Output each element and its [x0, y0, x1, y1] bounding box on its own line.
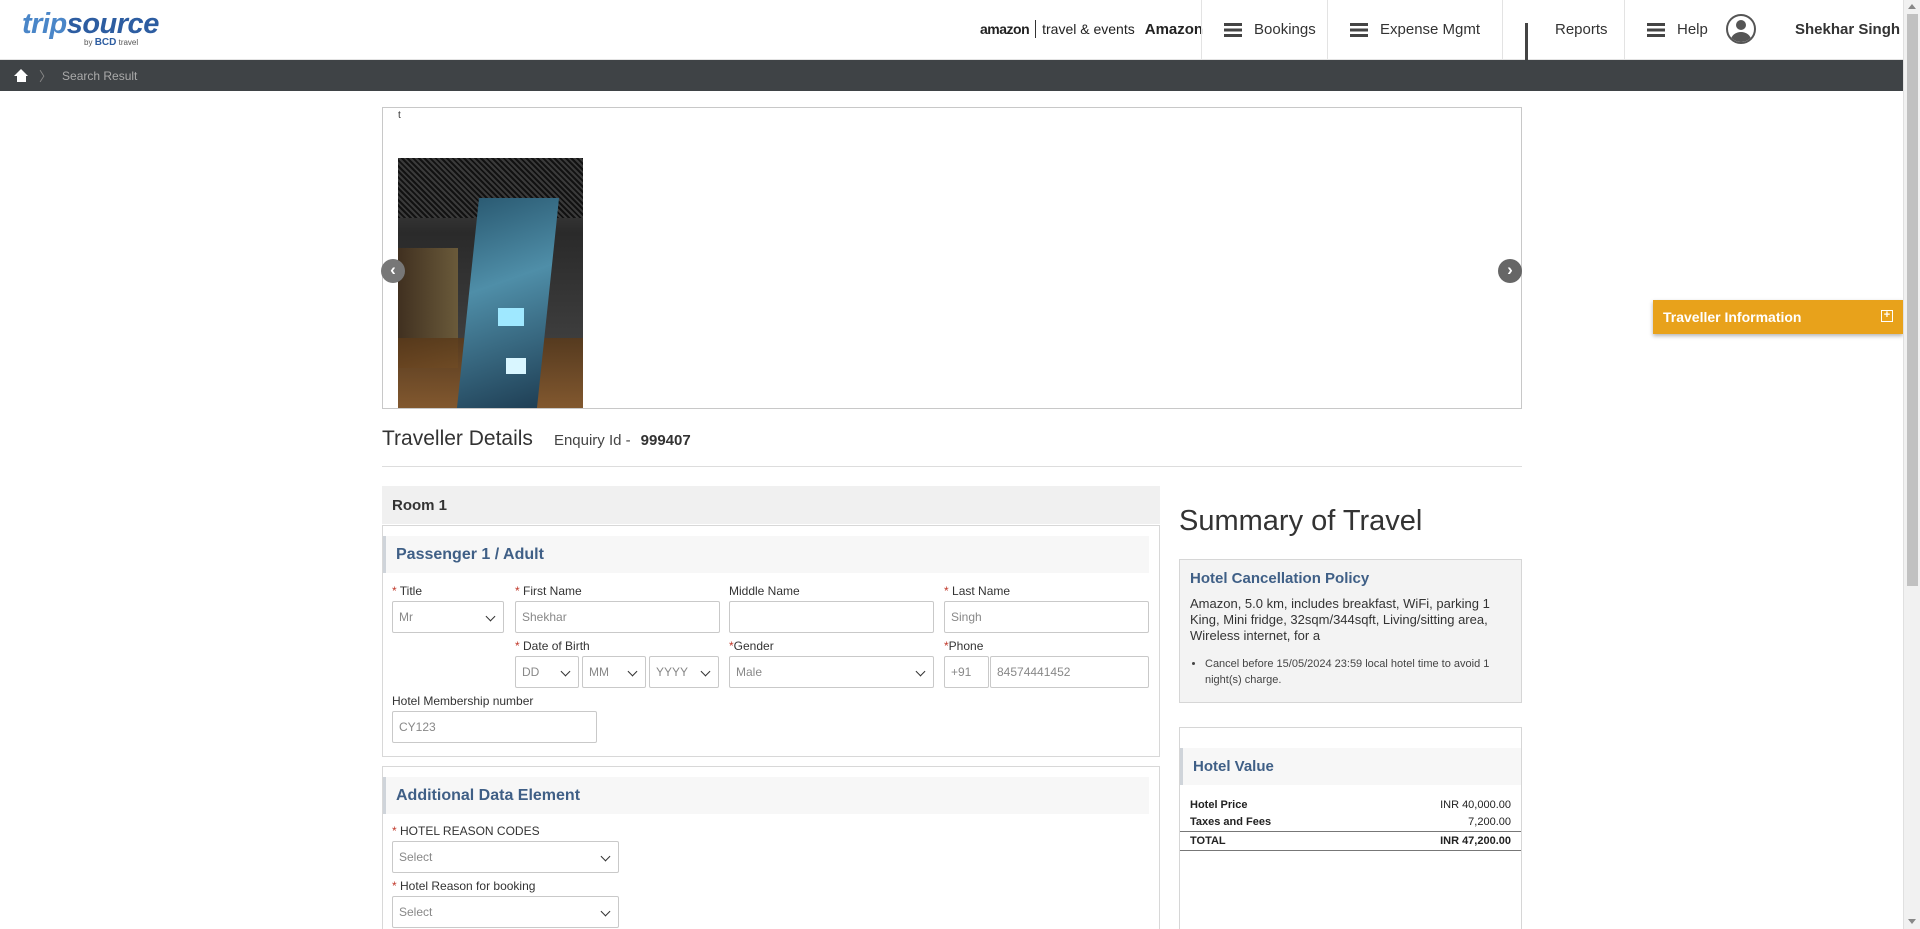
- dob-label: Date of Birth: [523, 639, 590, 653]
- taxes-value: 7,200.00: [1468, 815, 1511, 828]
- first-name-label: First Name: [523, 584, 582, 598]
- middle-name-field: Middle Name: [729, 584, 934, 633]
- hotel-image-gallery: t ‹ ›: [381, 107, 1522, 409]
- nav-reports-label: Reports: [1555, 21, 1608, 38]
- page-scrollbar[interactable]: [1903, 0, 1920, 929]
- nav-expense-label: Expense Mgmt: [1380, 21, 1481, 38]
- last-name-field: * Last Name Singh: [944, 584, 1149, 633]
- middle-name-label: Middle Name: [729, 584, 800, 598]
- gallery-next-button[interactable]: ›: [1498, 259, 1522, 283]
- menu-icon: [1224, 22, 1242, 37]
- dob-month-select[interactable]: MM: [582, 656, 646, 688]
- first-name-field: * First Name Shekhar: [515, 584, 720, 633]
- user-name[interactable]: Shekhar Singh: [1795, 21, 1900, 38]
- reason-booking-field: * Hotel Reason for booking Select: [392, 879, 619, 928]
- last-name-label: Last Name: [952, 584, 1011, 598]
- membership-field: Hotel Membership number CY123: [392, 694, 597, 743]
- reason-codes-select[interactable]: Select: [392, 841, 619, 873]
- title-select[interactable]: Mr: [392, 601, 504, 633]
- summary-title: Summary of Travel: [1179, 505, 1423, 537]
- gallery-prev-button[interactable]: ‹: [381, 259, 405, 283]
- nav-help-label: Help: [1677, 21, 1708, 38]
- scroll-down-icon[interactable]: [1908, 919, 1916, 924]
- hotel-value-panel: Hotel Value Hotel Price INR 40,000.00 Ta…: [1179, 727, 1522, 929]
- first-name-input[interactable]: Shekhar: [515, 601, 720, 633]
- enquiry-id: 999407: [640, 432, 691, 449]
- user-avatar-icon[interactable]: [1726, 14, 1756, 44]
- phone-field: *Phone +91 84574441452: [944, 639, 1149, 688]
- menu-icon: [1647, 22, 1665, 37]
- title-field: * Title Mr: [392, 584, 504, 633]
- dob-day-select[interactable]: DD: [515, 656, 579, 688]
- amazon-logo: amazon: [980, 21, 1030, 37]
- policy-heading: Hotel Cancellation Policy: [1190, 570, 1370, 587]
- membership-label: Hotel Membership number: [392, 694, 534, 708]
- price-label: Hotel Price: [1190, 798, 1248, 811]
- cancellation-policy-panel: Hotel Cancellation Policy Amazon, 5.0 km…: [1179, 559, 1522, 703]
- expand-plus-icon[interactable]: +: [1881, 310, 1893, 322]
- partner-branding: amazon travel & events Amazon: [980, 20, 1203, 38]
- gender-select[interactable]: Male: [729, 656, 934, 688]
- traveller-details-header: Traveller Details Enquiry Id - 999407: [382, 427, 1522, 467]
- taxes-row: Taxes and Fees 7,200.00: [1180, 813, 1521, 830]
- gender-label: Gender: [733, 639, 774, 653]
- nav-reports[interactable]: Reports: [1502, 0, 1624, 62]
- traveller-information-tab[interactable]: Traveller Information +: [1653, 300, 1903, 334]
- bar-chart-icon: [1525, 22, 1543, 62]
- additional-data-section: Additional Data Element * HOTEL REASON C…: [382, 766, 1160, 929]
- nav-help[interactable]: Help: [1624, 0, 1724, 59]
- top-navigation-bar: tripsource by BCD travel amazon travel &…: [0, 0, 1903, 62]
- taxes-label: Taxes and Fees: [1190, 815, 1272, 828]
- room-title: Room 1: [382, 486, 1160, 524]
- nav-bookings[interactable]: Bookings: [1201, 0, 1327, 59]
- enquiry-label: Enquiry Id -: [553, 432, 631, 449]
- gender-field: *Gender Male: [729, 639, 934, 688]
- price-row: Hotel Price INR 40,000.00: [1180, 796, 1521, 813]
- reason-codes-field: * HOTEL REASON CODES Select: [392, 824, 619, 873]
- price-value: INR 40,000.00: [1440, 798, 1511, 811]
- nav-bookings-label: Bookings: [1254, 21, 1316, 38]
- passenger-heading: Passenger 1 / Adult: [383, 536, 1149, 573]
- gallery-caption: t: [398, 110, 401, 121]
- additional-heading: Additional Data Element: [383, 777, 1149, 814]
- total-row: TOTAL INR 47,200.00: [1180, 831, 1521, 851]
- logo-brand-b: source: [66, 8, 160, 40]
- page-title: Traveller Details: [382, 427, 533, 450]
- tripsource-logo[interactable]: tripsource by BCD travel: [22, 8, 160, 48]
- last-name-input[interactable]: Singh: [944, 601, 1149, 633]
- scroll-up-icon[interactable]: [1908, 4, 1916, 9]
- breadcrumb-current: Search Result: [62, 68, 138, 83]
- room-panel: Room 1 Passenger 1 / Adult * Title Mr * …: [382, 486, 1160, 929]
- reason-booking-label: Hotel Reason for booking: [400, 879, 536, 893]
- title-label: Title: [399, 584, 423, 598]
- policy-rule: Cancel before 15/05/2024 23:59 local hot…: [1205, 656, 1511, 688]
- dob-field: * Date of Birth DD MM YYYY: [515, 639, 720, 688]
- reason-codes-label: HOTEL REASON CODES: [400, 824, 540, 838]
- menu-icon: [1350, 22, 1368, 37]
- membership-input[interactable]: CY123: [392, 711, 597, 743]
- reason-booking-select[interactable]: Select: [392, 896, 619, 928]
- total-value: INR 47,200.00: [1440, 835, 1511, 847]
- nav-expense-mgmt[interactable]: Expense Mgmt: [1327, 0, 1502, 59]
- phone-input[interactable]: 84574441452: [990, 656, 1149, 688]
- phone-label: Phone: [948, 639, 984, 653]
- hotel-photo[interactable]: [398, 158, 583, 408]
- phone-country-code[interactable]: +91: [944, 656, 989, 688]
- total-label: TOTAL: [1190, 835, 1226, 847]
- traveller-information-label: Traveller Information: [1663, 309, 1802, 325]
- scrollbar-thumb[interactable]: [1907, 14, 1918, 586]
- policy-description: Amazon, 5.0 km, includes breakfast, WiFi…: [1190, 596, 1490, 643]
- home-icon[interactable]: [14, 69, 29, 82]
- partner-tagline: travel & events: [1042, 21, 1135, 37]
- logo-brand-a: trip: [22, 8, 67, 40]
- breadcrumb: 〉 Search Result: [0, 60, 1903, 91]
- middle-name-input[interactable]: [729, 601, 934, 633]
- passenger-section: Passenger 1 / Adult * Title Mr * First N…: [382, 525, 1160, 757]
- dob-year-select[interactable]: YYYY: [649, 656, 719, 688]
- hotel-value-heading: Hotel Value: [1180, 748, 1521, 785]
- logo-subtitle: by BCD travel: [84, 37, 139, 48]
- company-name: Amazon: [1144, 20, 1204, 38]
